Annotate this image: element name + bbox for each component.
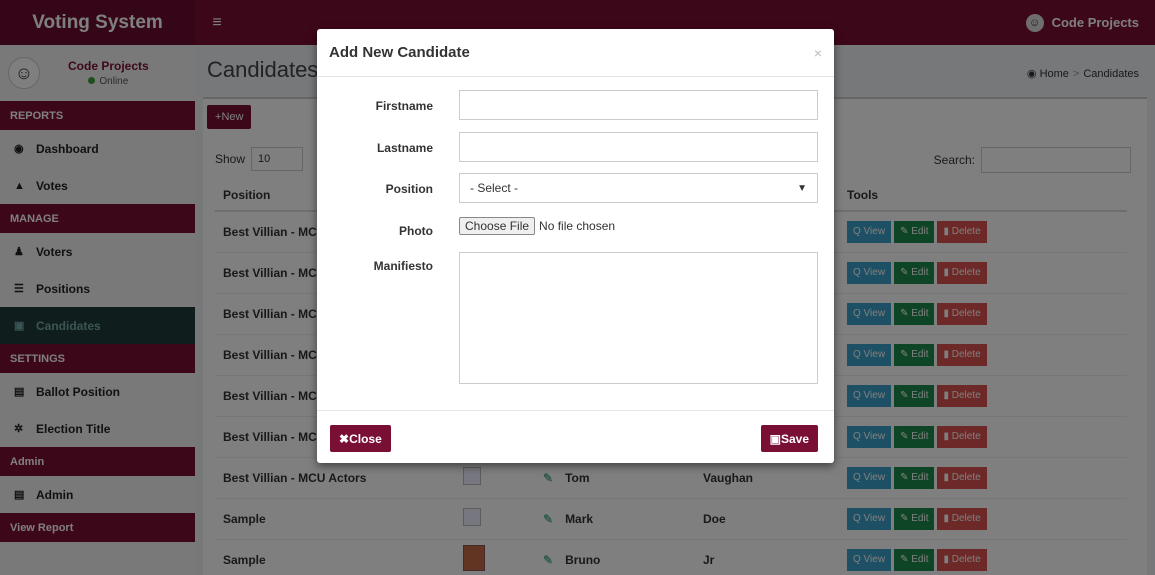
lastname-field[interactable] [459,132,818,162]
manifesto-label: Manifiesto [373,259,433,273]
position-select[interactable]: - Select - ▼ [459,173,818,203]
save-button[interactable]: ▣ Save [760,425,818,452]
manifesto-textarea[interactable] [459,252,818,384]
modal-title: Add New Candidate [329,44,470,61]
position-selected-value: - Select - [470,181,519,195]
choose-file-button[interactable]: Choose File [459,217,536,235]
lastname-label: Lastname [376,141,433,155]
close-button-label: Close [349,431,382,446]
add-candidate-modal: Add New Candidate × Firstname Lastname P… [317,29,834,463]
close-icon[interactable]: × [814,45,822,61]
modal-footer: ✖ Close ▣ Save [317,410,834,463]
photo-file-input: Choose File No file chosen [459,217,615,235]
close-button[interactable]: ✖ Close [330,425,391,452]
chevron-down-icon: ▼ [797,182,807,194]
photo-label: Photo [399,224,433,238]
times-icon: ✖ [339,431,350,446]
firstname-field[interactable] [459,90,818,120]
save-button-label: Save [780,431,809,446]
file-status: No file chosen [539,219,616,233]
position-label: Position [385,182,433,196]
firstname-label: Firstname [375,99,433,113]
modal-header: Add New Candidate × [317,29,834,77]
floppy-icon: ▣ [769,431,781,446]
